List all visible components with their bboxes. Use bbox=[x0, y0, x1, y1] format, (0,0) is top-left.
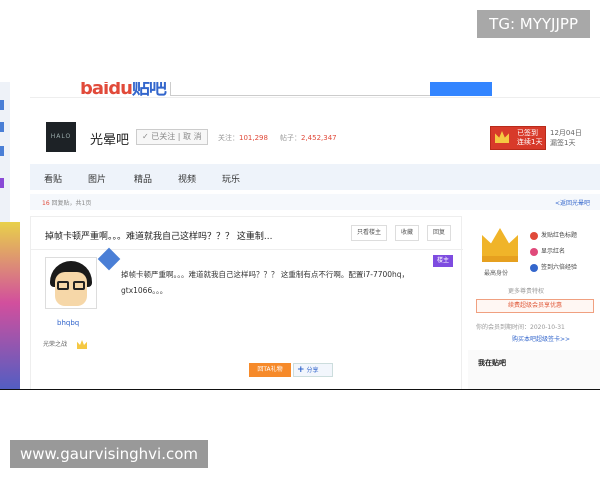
tab-fun[interactable]: 玩乐 bbox=[222, 172, 240, 185]
forum-tabs: 看贴 图片 精品 视频 玩乐 bbox=[30, 164, 600, 190]
post-title: 掉帧卡顿严重啊。。。难道就我自己这样吗？？？ 这重制... bbox=[45, 232, 273, 242]
member-identity-caption: 最高身份 bbox=[484, 270, 509, 277]
privilege-icon bbox=[530, 247, 538, 256]
membership-expiry: 你的会员到期时间：2020-10-31 bbox=[476, 324, 565, 331]
reply-button[interactable]: 回复 bbox=[427, 225, 452, 241]
privilege-red-name[interactable]: 显示红名 bbox=[530, 246, 565, 256]
plus-icon: + bbox=[297, 365, 305, 375]
telegram-watermark: TG: MYYJJPP bbox=[477, 10, 590, 38]
collect-button[interactable]: 收藏 bbox=[395, 225, 420, 241]
more-privileges-link[interactable]: 更多尊贵特权 bbox=[508, 286, 544, 295]
follow-button[interactable]: ✓ 已关注 | 取 消 bbox=[136, 129, 208, 145]
top-navigation: baidu贴吧 bbox=[30, 82, 600, 100]
tab-images[interactable]: 图片 bbox=[88, 172, 106, 185]
search-input[interactable] bbox=[170, 82, 432, 96]
author-name[interactable]: bhqbq bbox=[57, 319, 79, 327]
only-op-button[interactable]: 只看楼主 bbox=[351, 225, 388, 241]
followers-stat: 关注：101,298 bbox=[218, 133, 268, 143]
avatar[interactable] bbox=[45, 257, 97, 309]
back-to-forum-link[interactable]: <返回光晕吧 bbox=[555, 198, 590, 207]
forum-header: HALO 光晕吧 ✓ 已关注 | 取 消 关注：101,298 帖子：2,452… bbox=[30, 112, 600, 162]
thread-info-bar: 16 回复贴，共1页 <返回光晕吧 bbox=[30, 194, 600, 210]
author-corner-badge bbox=[97, 247, 121, 271]
rank-crown-icon bbox=[77, 340, 88, 349]
followers-value: 101,298 bbox=[239, 134, 268, 142]
crown-icon bbox=[482, 228, 518, 256]
checkin-streak: 连续1天 bbox=[517, 138, 543, 146]
reply-count-value: 16 bbox=[42, 200, 50, 207]
post-content: 掉帧卡顿严重啊。。。难道就我自己这样吗？？？ 这重制有点不行啊。配置i7-770… bbox=[121, 270, 410, 295]
screenshot-canvas: TG: MYYJJPP baidu贴吧 HALO 光晕吧 ✓ 已关注 | 取 消… bbox=[0, 0, 600, 480]
gift-button[interactable]: 回TA礼物 bbox=[249, 363, 291, 377]
avatar-glasses bbox=[57, 281, 69, 290]
avatar-glasses bbox=[73, 281, 85, 290]
reply-count: 16 回复贴，共1页 bbox=[42, 198, 91, 207]
checkin-missed: 漏签1天 bbox=[550, 139, 576, 147]
left-edge-marker bbox=[0, 146, 4, 156]
buy-checkin-card-link[interactable]: 购买本吧超级签卡>> bbox=[512, 334, 570, 343]
tab-videos[interactable]: 视频 bbox=[178, 172, 196, 185]
posts-label: 帖子： bbox=[280, 134, 301, 142]
left-edge-marker bbox=[0, 178, 4, 188]
divider bbox=[31, 249, 463, 250]
baidu-logo[interactable]: baidu贴吧 bbox=[80, 82, 167, 100]
section-title: 我在贴吧 bbox=[478, 359, 506, 367]
left-edge-marker bbox=[0, 100, 4, 110]
privilege-icon bbox=[530, 231, 538, 240]
right-sidebar: 最高身份 发贴红色标题 显示红名 签到六倍经验 更多尊贵特权 续费超级会员享优惠… bbox=[468, 216, 600, 389]
post-card: 掉帧卡顿严重啊。。。难道就我自己这样吗？？？ 这重制... 只看楼主 收藏 回复… bbox=[30, 216, 463, 389]
checkin-button[interactable]: 已签到 连续1天 bbox=[490, 126, 546, 150]
left-ad-banner[interactable] bbox=[0, 222, 20, 389]
renew-membership-button[interactable]: 续费超级会员享优惠 bbox=[476, 299, 594, 313]
privilege-checkin-exp[interactable]: 签到六倍经验 bbox=[530, 262, 577, 272]
forum-title[interactable]: 光晕吧 bbox=[90, 129, 129, 148]
checkin-status: 已签到 bbox=[517, 129, 538, 137]
privilege-label: 发贴红色标题 bbox=[541, 232, 578, 239]
author-level-title: 光荣之战 bbox=[43, 341, 68, 348]
followers-label: 关注： bbox=[218, 134, 239, 142]
author-panel: bhqbq 光荣之战 bbox=[43, 247, 121, 389]
logo-blue-text: 贴吧 bbox=[131, 82, 167, 99]
crown-base bbox=[482, 256, 518, 262]
checkin-calendar[interactable]: 12月04日 漏签1天 bbox=[550, 128, 582, 148]
author-level: 光荣之战 bbox=[43, 339, 88, 349]
privilege-icon bbox=[530, 263, 538, 272]
my-tieba-section: 我在贴吧 bbox=[468, 350, 600, 389]
privilege-label: 签到六倍经验 bbox=[541, 264, 578, 271]
checkin-date: 12月04日 bbox=[550, 129, 582, 137]
posts-value: 2,452,347 bbox=[301, 134, 337, 142]
share-button[interactable]: + 分享 bbox=[293, 363, 333, 377]
browser-viewport: baidu贴吧 HALO 光晕吧 ✓ 已关注 | 取 消 关注：101,298 … bbox=[0, 82, 600, 390]
left-edge-marker bbox=[0, 122, 4, 132]
forum-logo[interactable]: HALO bbox=[46, 122, 76, 152]
op-badge: 楼主 bbox=[433, 255, 454, 267]
privilege-red-title[interactable]: 发贴红色标题 bbox=[530, 230, 577, 240]
privilege-label: 显示红名 bbox=[541, 248, 566, 255]
tab-posts[interactable]: 看贴 bbox=[44, 172, 62, 185]
site-watermark: www.gaurvisinghvi.com bbox=[10, 440, 208, 468]
share-label: 分享 bbox=[306, 367, 319, 374]
posts-stat: 帖子：2,452,347 bbox=[280, 133, 337, 143]
tab-featured[interactable]: 精品 bbox=[134, 172, 152, 185]
reply-count-text: 回复贴，共1页 bbox=[49, 200, 92, 207]
crown-icon bbox=[495, 131, 509, 143]
search-button[interactable] bbox=[430, 82, 492, 96]
logo-red-text: baidu bbox=[80, 82, 133, 99]
